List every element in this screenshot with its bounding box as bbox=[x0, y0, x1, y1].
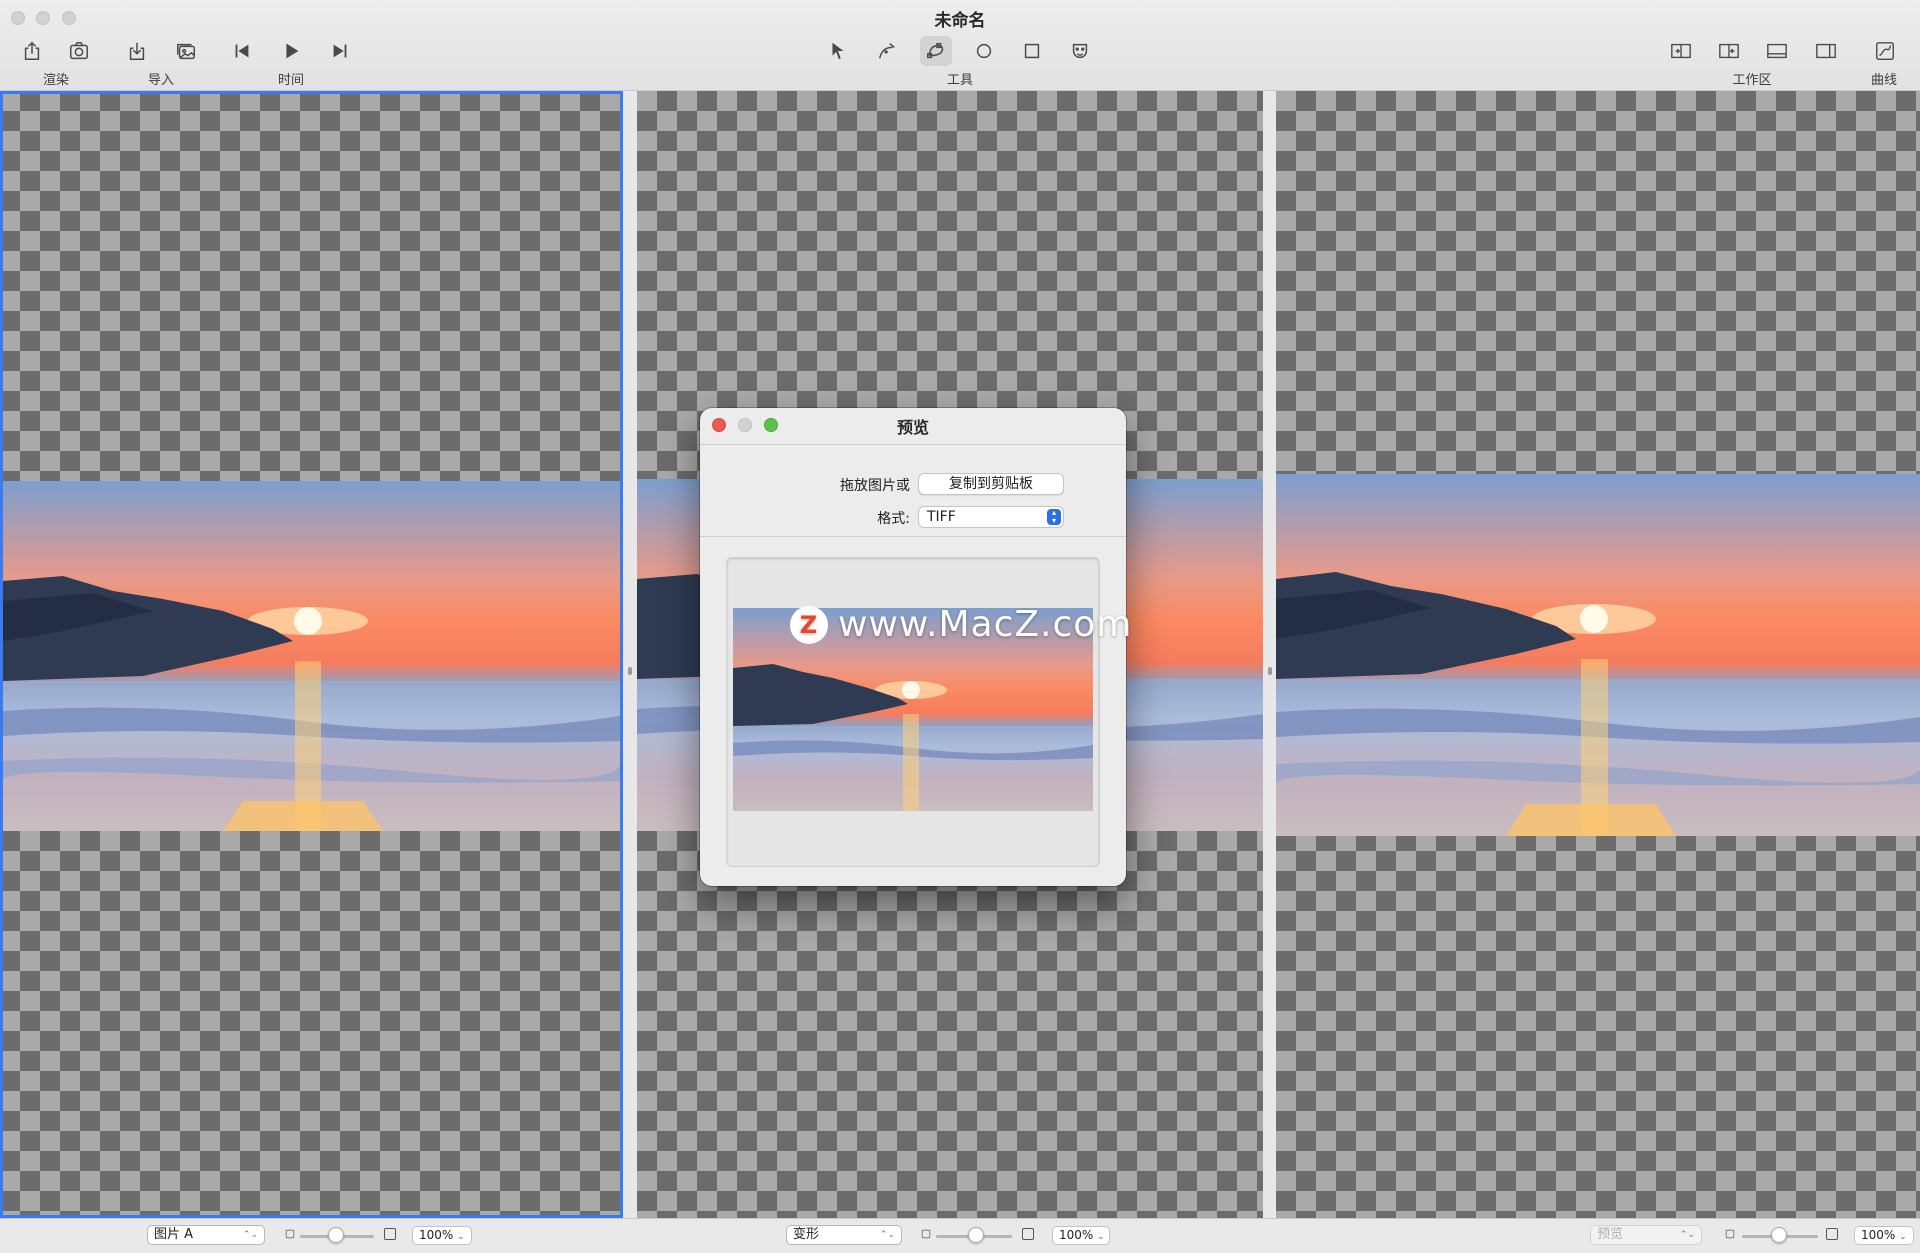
dialog-title: 预览 bbox=[896, 418, 929, 437]
format-select[interactable]: TIFF ▴ ▾ bbox=[918, 506, 1064, 528]
share-icon bbox=[24, 41, 40, 60]
workspace-label: 工作区 bbox=[1732, 73, 1772, 88]
workspace-layout-2-button[interactable] bbox=[1713, 36, 1745, 66]
zoom-level-select[interactable]: 100% ⌄ bbox=[412, 1226, 472, 1245]
import-icon bbox=[129, 42, 145, 60]
bottom-panel-button[interactable] bbox=[1761, 36, 1793, 66]
import-button[interactable] bbox=[121, 36, 153, 66]
preview-mode-select[interactable]: 预览 ⌃⌄ bbox=[1590, 1225, 1702, 1245]
rectangle-tool-button[interactable] bbox=[1016, 36, 1048, 66]
curve-tool-button[interactable] bbox=[871, 36, 903, 66]
pane-divider-2[interactable] bbox=[1263, 91, 1276, 1218]
z-logo-icon: Z bbox=[790, 605, 828, 644]
sunset-image bbox=[3, 481, 620, 831]
photo-icon bbox=[177, 43, 195, 60]
curves-label: 曲线 bbox=[1870, 73, 1898, 88]
face-tool-button[interactable] bbox=[1064, 36, 1096, 66]
import-label: 导入 bbox=[147, 73, 175, 88]
chevron-updown-icon: ⌃⌄ bbox=[1679, 1230, 1695, 1240]
play-button[interactable] bbox=[275, 36, 307, 66]
render-button[interactable] bbox=[63, 36, 95, 66]
image-a-pane[interactable] bbox=[0, 91, 623, 1218]
format-label: 格式: bbox=[877, 511, 910, 527]
chevron-updown-icon: ⌃⌄ bbox=[879, 1230, 895, 1240]
image-source-value: 图片 A bbox=[154, 1227, 194, 1242]
zoom-level-select[interactable]: 100% ⌄ bbox=[1052, 1226, 1110, 1245]
curves-button[interactable] bbox=[1869, 36, 1901, 66]
select-tool-button[interactable] bbox=[822, 36, 854, 66]
arrow-pointer-icon bbox=[832, 42, 844, 60]
chevron-down-icon: ⌄ bbox=[1097, 1232, 1105, 1242]
skip-back-button[interactable] bbox=[226, 36, 258, 66]
window-title: 未命名 bbox=[934, 11, 986, 31]
copy-to-clipboard-button[interactable]: 复制到剪贴板 bbox=[918, 473, 1064, 495]
image-source-select[interactable]: 图片 A ⌃⌄ bbox=[147, 1225, 265, 1245]
right-panel-icon bbox=[1816, 43, 1836, 59]
skip-back-icon bbox=[235, 44, 249, 58]
share-button[interactable] bbox=[16, 36, 48, 66]
play-icon bbox=[286, 43, 299, 59]
skip-forward-icon bbox=[333, 44, 347, 58]
ellipse-tool-button[interactable] bbox=[968, 36, 1000, 66]
zoom-slider-knob[interactable] bbox=[328, 1227, 344, 1243]
zoom-level-select[interactable]: 100% ⌄ bbox=[1854, 1226, 1914, 1245]
chevron-down-icon: ⌄ bbox=[1899, 1232, 1907, 1242]
curve-graph-icon bbox=[1876, 42, 1894, 60]
dialog-separator bbox=[700, 536, 1126, 537]
zoom-out-icon[interactable] bbox=[1725, 1229, 1735, 1239]
zoom-in-icon[interactable] bbox=[1826, 1228, 1838, 1240]
zoom-slider-knob[interactable] bbox=[1771, 1227, 1787, 1243]
time-label: 时间 bbox=[277, 73, 305, 88]
split-out-icon bbox=[1719, 43, 1739, 59]
chevron-updown-icon: ⌃⌄ bbox=[242, 1230, 258, 1240]
right-panel-button[interactable] bbox=[1810, 36, 1842, 66]
tools-label: 工具 bbox=[946, 73, 974, 88]
import-image-button[interactable] bbox=[170, 36, 202, 66]
status-bar: 图片 A ⌃⌄ 100% ⌄ 变形 ⌃⌄ 100% ⌄ 预览 ⌃⌄ 100% ⌄ bbox=[0, 1218, 1920, 1253]
toolbar: 未命名 渲染 导入 时间 工具 工作区 曲线 bbox=[0, 0, 1920, 91]
preview-dialog: 预览 拖放图片或 复制到剪贴板 格式: TIFF ▴ ▾ bbox=[700, 408, 1126, 886]
skip-forward-button[interactable] bbox=[324, 36, 356, 66]
popup-arrows-icon: ▴ ▾ bbox=[1047, 509, 1061, 525]
preview-pane[interactable] bbox=[1276, 91, 1920, 1218]
format-value: TIFF bbox=[927, 509, 956, 525]
chevron-down-icon: ⌄ bbox=[457, 1232, 465, 1242]
morph-mode-select[interactable]: 变形 ⌃⌄ bbox=[786, 1225, 902, 1245]
pen-curve-icon bbox=[878, 43, 895, 59]
bottom-panel-icon bbox=[1767, 43, 1787, 59]
drag-drop-label: 拖放图片或 bbox=[840, 478, 910, 494]
square-icon bbox=[1024, 43, 1040, 59]
split-in-icon bbox=[1671, 43, 1691, 59]
zoom-in-icon[interactable] bbox=[1022, 1228, 1034, 1240]
preview-mode-value: 预览 bbox=[1597, 1227, 1624, 1242]
pane-divider-1[interactable] bbox=[623, 91, 637, 1218]
watermark-text: www.MacZ.com bbox=[838, 604, 1133, 645]
camera-icon bbox=[70, 42, 88, 60]
morph-mode-value: 变形 bbox=[793, 1227, 820, 1242]
path-icon bbox=[927, 42, 944, 59]
path-tool-button[interactable] bbox=[920, 36, 952, 66]
workspace-layout-1-button[interactable] bbox=[1665, 36, 1697, 66]
zoom-out-icon[interactable] bbox=[285, 1229, 295, 1239]
render-label: 渲染 bbox=[42, 73, 70, 88]
preview-image bbox=[1276, 474, 1920, 836]
zoom-out-icon[interactable] bbox=[921, 1229, 931, 1239]
watermark: Z www.MacZ.com bbox=[790, 604, 1132, 645]
dialog-title-separator bbox=[700, 444, 1126, 445]
face-mask-icon bbox=[1072, 43, 1088, 59]
circle-icon bbox=[976, 43, 992, 59]
zoom-slider-knob[interactable] bbox=[968, 1227, 984, 1243]
zoom-in-icon[interactable] bbox=[384, 1228, 396, 1240]
